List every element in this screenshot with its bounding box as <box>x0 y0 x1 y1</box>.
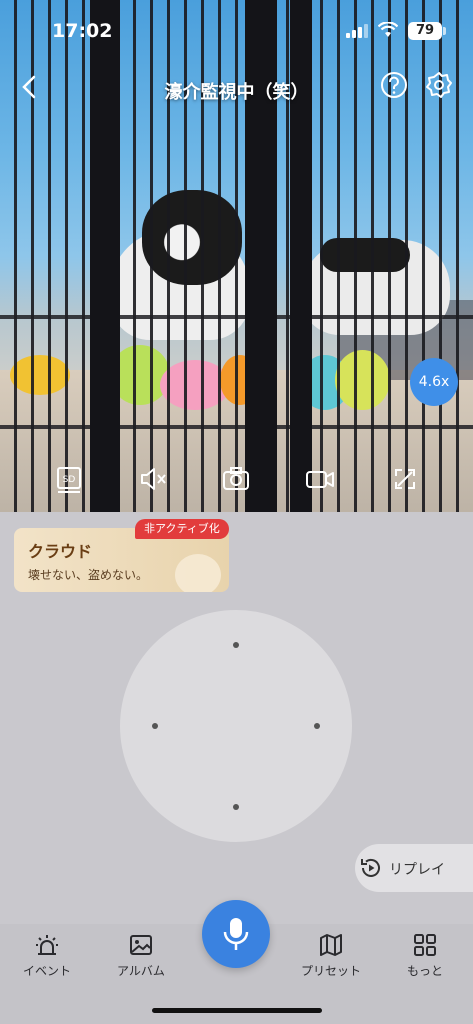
tab-album[interactable]: アルバム <box>101 932 181 979</box>
pad-right-dot[interactable] <box>314 723 320 729</box>
fullscreen-icon[interactable] <box>388 462 422 496</box>
pad-left-dot[interactable] <box>152 723 158 729</box>
video-icon[interactable] <box>303 462 337 496</box>
cage-rail <box>0 315 473 319</box>
status-time: 17:02 <box>52 20 113 42</box>
image-icon <box>130 935 152 955</box>
tab-more-label: もっと <box>406 964 443 978</box>
tab-events-label: イベント <box>22 964 71 978</box>
microphone-icon <box>223 918 249 950</box>
tab-more[interactable]: もっと <box>385 932 465 979</box>
pad-down-dot[interactable] <box>233 804 239 810</box>
tab-preset[interactable]: プリセット <box>291 932 371 979</box>
zoom-level-button[interactable]: 4.6x <box>410 358 458 406</box>
talk-button[interactable] <box>202 900 270 968</box>
tab-events[interactable]: イベント <box>7 932 87 979</box>
status-bar: 17:02 79 <box>0 0 473 60</box>
pad-up-dot[interactable] <box>233 642 239 648</box>
replay-icon <box>361 858 380 877</box>
camera-icon[interactable] <box>219 462 253 496</box>
cloud-subtitle: 壊せない、盗めない。 <box>28 568 149 582</box>
sd-card-icon[interactable]: SD <box>52 462 86 496</box>
wifi-icon <box>378 22 398 37</box>
question-icon[interactable] <box>379 70 409 100</box>
alarm-icon <box>36 935 58 955</box>
gear-icon[interactable] <box>424 70 454 100</box>
cage-rail <box>0 425 473 429</box>
nav-bar: 濠介監視中（笑） <box>0 68 473 108</box>
mute-icon[interactable] <box>136 462 170 496</box>
battery-indicator: 79 <box>408 22 442 40</box>
ptz-control-pad[interactable] <box>120 610 352 842</box>
camera-feed[interactable]: 17:02 79 濠介監視中（笑） 4.6x SD <box>0 0 473 512</box>
battery-tip <box>443 27 446 35</box>
replay-button[interactable]: リプレイ <box>355 844 473 892</box>
home-indicator <box>152 1008 322 1013</box>
cellular-signal-icon <box>346 24 368 38</box>
svg-text:SD: SD <box>63 475 76 485</box>
cloud-title: クラウド <box>28 542 93 561</box>
grid-icon <box>414 934 436 956</box>
feed-toolbar: SD <box>0 462 473 498</box>
tab-album-label: アルバム <box>117 964 165 978</box>
map-icon <box>320 934 342 956</box>
cloud-decoration-icon <box>175 554 221 592</box>
inactive-badge: 非アクティブ化 <box>135 519 229 539</box>
tab-preset-label: プリセット <box>300 964 361 978</box>
replay-label: リプレイ <box>389 862 445 878</box>
